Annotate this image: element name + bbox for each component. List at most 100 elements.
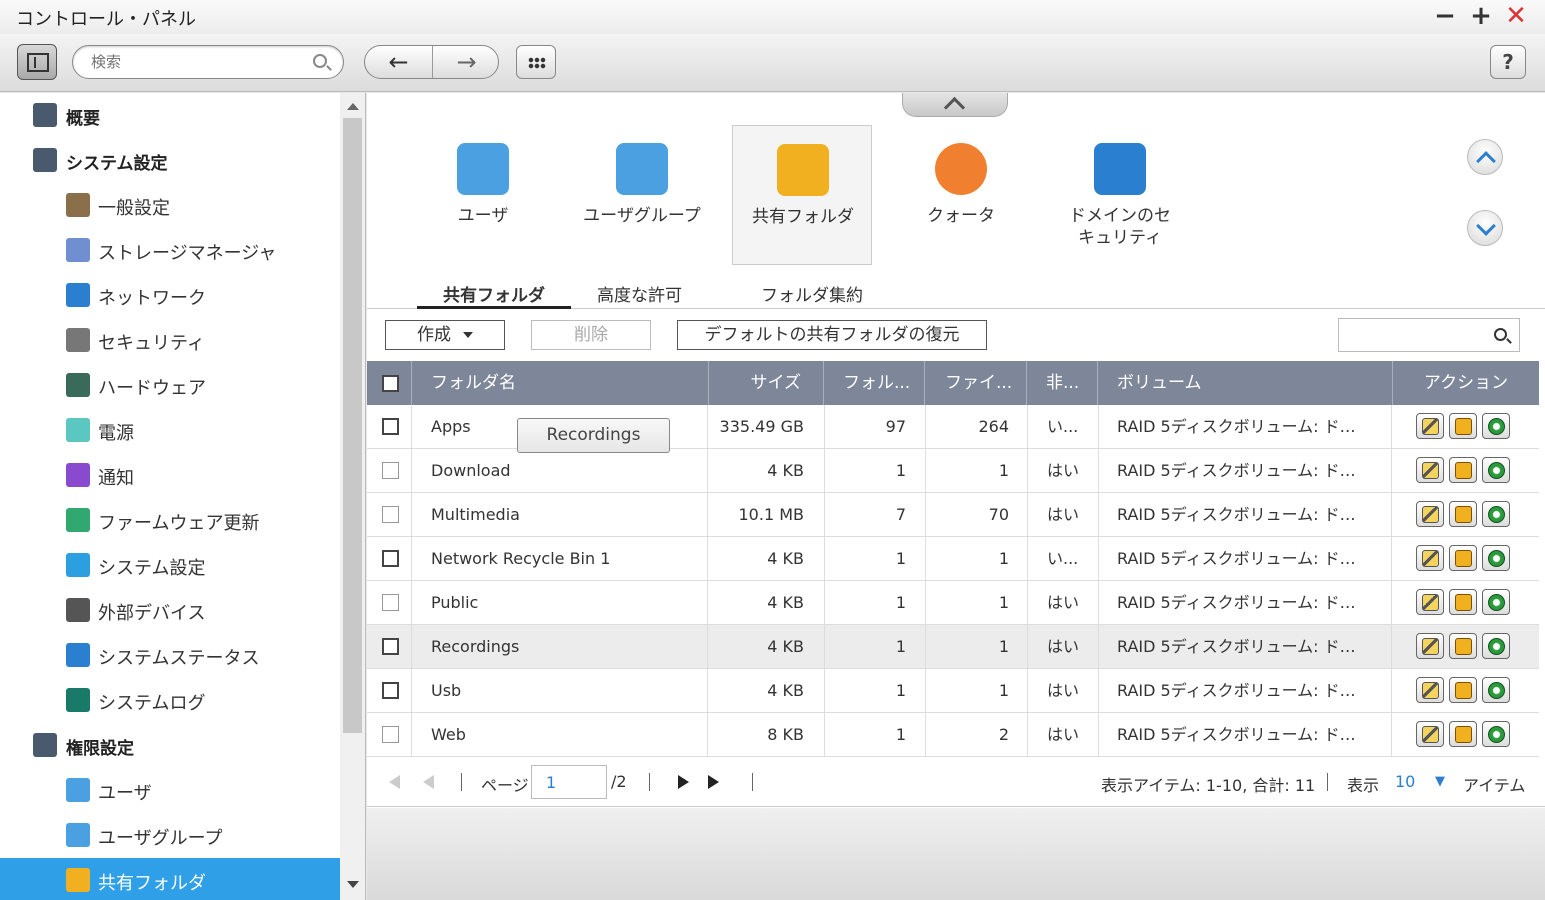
table-row[interactable]: Network Recycle Bin 14 KB 1 1 い... RAID 5ディス…	[367, 537, 1539, 581]
row-checkbox[interactable]	[382, 462, 399, 479]
sidebar-item-4[interactable]: ネットワーク	[0, 273, 340, 318]
search-icon[interactable]	[313, 54, 327, 68]
sidebar-item-7[interactable]: 電源	[0, 408, 340, 453]
row-checkbox[interactable]	[382, 418, 399, 435]
close-icon[interactable]: ✕	[1503, 3, 1529, 29]
first-page-icon[interactable]	[389, 775, 400, 789]
sidebar-item-13[interactable]: システムログ	[0, 678, 340, 723]
maximize-icon[interactable]: +	[1468, 3, 1494, 29]
share-action-button[interactable]	[1449, 633, 1477, 659]
share-action-button[interactable]	[1449, 501, 1477, 527]
edit-action-button[interactable]	[1416, 457, 1444, 483]
row-checkbox[interactable]	[382, 682, 399, 699]
collapse-panel-button[interactable]	[902, 93, 1008, 117]
restore-default-folders-button[interactable]: デフォルトの共有フォルダの復元	[677, 320, 987, 350]
sidebar-item-9[interactable]: ファームウェア更新	[0, 498, 340, 543]
back-button[interactable]: ←	[365, 46, 432, 78]
sync-action-button[interactable]	[1482, 633, 1510, 659]
sidebar-item-17[interactable]: 共有フォルダ	[0, 858, 340, 900]
per-page-select[interactable]: 10	[1395, 772, 1415, 791]
sync-action-button[interactable]	[1482, 545, 1510, 571]
sidebar-item-0[interactable]: 概要	[0, 93, 340, 138]
create-button[interactable]: 作成	[385, 320, 505, 350]
table-row[interactable]: Web8 KB12はいRAID 5ディスクボリューム: ドライブ 1 2 3	[367, 713, 1539, 757]
sidebar-item-1[interactable]: システム設定	[0, 138, 340, 183]
per-page-dropdown-icon[interactable]: ▼	[1435, 774, 1445, 789]
app-domain-security[interactable]: ドメインのセキュリティ	[1050, 125, 1190, 265]
sidebar-item-10[interactable]: システム設定	[0, 543, 340, 588]
select-all-checkbox[interactable]	[382, 375, 399, 392]
edit-action-button[interactable]	[1416, 413, 1444, 439]
sidebar-item-11[interactable]: 外部デバイス	[0, 588, 340, 633]
sidebar-scrollbar[interactable]	[340, 93, 365, 900]
next-page-icon[interactable]	[678, 775, 689, 789]
app-quota[interactable]: クォータ	[891, 125, 1031, 265]
sidebar-item-6[interactable]: ハードウェア	[0, 363, 340, 408]
sync-action-button[interactable]	[1482, 413, 1510, 439]
col-files[interactable]: ファイ...	[925, 361, 1027, 405]
scroll-apps-down-button[interactable]	[1467, 210, 1503, 246]
scroll-thumb[interactable]	[343, 118, 362, 733]
col-size[interactable]: サイズ	[709, 361, 824, 405]
edit-action-button[interactable]	[1416, 677, 1444, 703]
share-action-button[interactable]	[1449, 457, 1477, 483]
edit-action-button[interactable]	[1416, 633, 1444, 659]
search-input[interactable]	[91, 52, 301, 72]
col-folders[interactable]: フォル...	[824, 361, 925, 405]
sidebar-item-5[interactable]: セキュリティ	[0, 318, 340, 363]
row-checkbox[interactable]	[382, 726, 399, 743]
help-button[interactable]: ?	[1490, 45, 1526, 79]
forward-button[interactable]: →	[433, 46, 498, 78]
sidebar-item-3[interactable]: ストレージマネージャ	[0, 228, 340, 273]
sync-action-button[interactable]	[1482, 589, 1510, 615]
sidebar-item-12[interactable]: システムステータス	[0, 633, 340, 678]
delete-button[interactable]: 削除	[531, 320, 651, 350]
folder-filter-box[interactable]	[1338, 318, 1520, 352]
scroll-up-icon[interactable]	[347, 103, 359, 110]
scroll-apps-up-button[interactable]	[1467, 139, 1503, 175]
edit-action-button[interactable]	[1416, 721, 1444, 747]
sidebar-item-14[interactable]: 権限設定	[0, 723, 340, 768]
scroll-down-icon[interactable]	[347, 881, 359, 888]
sidebar-item-16[interactable]: ユーザグループ	[0, 813, 340, 858]
sync-action-button[interactable]	[1482, 677, 1510, 703]
table-row[interactable]: Multimedia 10.1 MB 7 70 はい RAID 5ディスクボリューム: ド…	[367, 493, 1539, 537]
table-row[interactable]: Recordings 4 KB 1 1 はい RAID 5ディスクボリューム: ドライブ …	[367, 625, 1539, 669]
tab-advanced-permissions[interactable]: 高度な許可	[582, 281, 697, 309]
col-folder-name[interactable]: フォルダ名	[412, 361, 709, 405]
table-row[interactable]: Public4 KB11はいRAID 5ディスクボリューム: ドライブ 1 2 …	[367, 581, 1539, 625]
table-row[interactable]: Usb4 KB11はいRAID 5ディスクボリューム: ドライブ 1 2 3	[367, 669, 1539, 713]
sync-action-button[interactable]	[1482, 457, 1510, 483]
app-shared-folder[interactable]: 共有フォルダ	[732, 125, 872, 265]
app-user-group[interactable]: ユーザグループ	[572, 125, 712, 265]
share-action-button[interactable]	[1449, 545, 1477, 571]
minimize-icon[interactable]: −	[1432, 3, 1458, 29]
sidebar-item-8[interactable]: 通知	[0, 453, 340, 498]
tab-folder-aggregation[interactable]: フォルダ集約	[722, 281, 902, 309]
sync-action-button[interactable]	[1482, 501, 1510, 527]
row-checkbox[interactable]	[382, 550, 399, 567]
tab-shared-folders[interactable]: 共有フォルダ	[417, 281, 571, 309]
last-page-icon[interactable]	[708, 775, 719, 789]
layout-toggle-button[interactable]	[17, 44, 57, 80]
table-row[interactable]: Download4 KB11はいRAID 5ディスクボリューム: ドライブ 1 …	[367, 449, 1539, 493]
share-action-button[interactable]	[1449, 677, 1477, 703]
row-checkbox[interactable]	[382, 506, 399, 523]
share-action-button[interactable]	[1449, 589, 1477, 615]
prev-page-icon[interactable]	[423, 775, 434, 789]
share-action-button[interactable]	[1449, 413, 1477, 439]
apps-grid-button[interactable]	[516, 45, 556, 79]
app-user[interactable]: ユーザ	[413, 125, 553, 265]
search-icon[interactable]	[1494, 328, 1507, 341]
col-hidden[interactable]: 非...	[1027, 361, 1098, 405]
row-checkbox[interactable]	[382, 594, 399, 611]
page-number-input[interactable]	[531, 765, 607, 799]
row-checkbox[interactable]	[382, 638, 399, 655]
sidebar-item-15[interactable]: ユーザ	[0, 768, 340, 813]
edit-action-button[interactable]	[1416, 501, 1444, 527]
col-volume[interactable]: ボリューム	[1098, 361, 1393, 405]
sidebar-item-2[interactable]: 一般設定	[0, 183, 340, 228]
edit-action-button[interactable]	[1416, 545, 1444, 571]
edit-action-button[interactable]	[1416, 589, 1444, 615]
share-action-button[interactable]	[1449, 721, 1477, 747]
